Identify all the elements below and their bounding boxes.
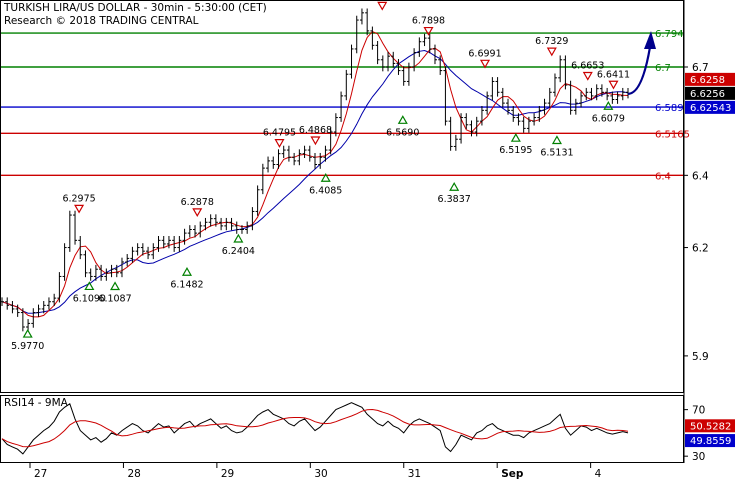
- price-tag-0: 6.6258: [690, 75, 725, 86]
- date-tick-label-1: 28: [127, 468, 140, 480]
- pivot-low-marker-0: [22, 328, 33, 338]
- pivot-high-marker-3: [310, 136, 321, 146]
- pivot-high-marker-6: [479, 59, 491, 69]
- indicator-axis-ticks: 70 30: [684, 405, 705, 463]
- forecast-arrow-shaft: [627, 46, 652, 95]
- pivot-low-marker-2: [110, 281, 121, 291]
- price-series: [0, 8, 630, 332]
- indicator-title: RSI14 - 9MA: [4, 397, 69, 409]
- chart-subtitle: Research © 2018 TRADING CENTRAL: [4, 15, 199, 27]
- indicator-panel-frame: [0, 395, 684, 463]
- pivot-markers: 6.2975 6.2878 6.47956.4868 6.8596 6.7898 6.69…: [11, 0, 630, 352]
- pivot-low-label-8: 6.5195: [499, 145, 532, 156]
- date-axis: 27 28 29 30 31 Sep 4: [29, 463, 602, 480]
- pivot-high-label-5: 6.7898: [412, 16, 445, 27]
- pivot-high-label-1: 6.2878: [181, 197, 214, 208]
- pivot-low-label-2: 6.1087: [98, 294, 131, 305]
- date-tick-label-6: 4: [595, 468, 602, 480]
- rsi-ma-line: [1, 408, 629, 448]
- price-tick-label-3: 5.9: [692, 351, 709, 363]
- forecast-arrow: [627, 31, 656, 95]
- rsi-tag-1: 49.8559: [690, 436, 731, 447]
- level-lines: 6.794 6.7 6.589 6.5165 6.4: [1, 29, 690, 182]
- pivot-high-label-2: 6.4795: [263, 128, 296, 139]
- price-tags: 6.6258 6.6256 6.62543: [685, 72, 735, 114]
- date-tick-label-3: 30: [314, 468, 327, 480]
- pivot-high-marker-0: [74, 204, 85, 214]
- rsi-tick-label-1: 30: [692, 451, 705, 463]
- rsi-line: [1, 402, 629, 455]
- pivot-high-marker-8: [582, 71, 593, 81]
- pivot-low-label-0: 5.9770: [11, 341, 44, 352]
- chart-svg: TURKISH LIRA/US DOLLAR - 30min - 5:30:00…: [0, 0, 735, 480]
- pivot-low-marker-8: [510, 132, 521, 142]
- pivot-low-label-9: 6.5131: [540, 147, 573, 158]
- pivot-low-marker-3: [181, 267, 193, 276]
- indicator-tags: 50.5282 49.8559: [685, 419, 735, 448]
- pivot-high-label-3: 6.4868: [299, 125, 332, 136]
- price-tick-label-0: 6.7: [692, 62, 709, 74]
- level-label-3: 6.5165: [655, 129, 690, 140]
- pivot-low-marker-9: [551, 135, 562, 145]
- level-label-0: 6.794: [655, 29, 684, 40]
- pivot-low-marker-4: [233, 233, 244, 243]
- pivot-low-label-3: 6.1482: [170, 279, 203, 290]
- pivot-high-label-7: 6.7329: [535, 36, 568, 47]
- pivot-high-label-6: 6.6991: [468, 48, 501, 59]
- pivot-low-label-4: 6.2404: [222, 246, 255, 257]
- date-tick-label-0: 27: [34, 468, 47, 480]
- rsi-tag-0: 50.5282: [690, 421, 731, 432]
- pivot-low-label-5: 6.4085: [309, 185, 342, 196]
- pivot-low-marker-7: [449, 182, 460, 191]
- chart-title: TURKISH LIRA/US DOLLAR - 30min - 5:30:00…: [3, 2, 267, 14]
- pivot-high-marker-2: [274, 139, 285, 148]
- price-tag-1: 6.6256: [690, 89, 725, 100]
- pivot-high-marker-9: [608, 80, 619, 90]
- pivot-high-label-4: 6.8596: [366, 0, 399, 1]
- rsi-series: [1, 402, 629, 455]
- price-tag-2: 6.62543: [690, 103, 731, 114]
- level-label-1: 6.7: [655, 63, 671, 74]
- price-tick-label-2: 6.2: [692, 243, 709, 255]
- pivot-low-marker-6: [397, 115, 408, 124]
- pivot-low-label-7: 6.3837: [438, 194, 471, 205]
- price-tick-label-1: 6.4: [692, 170, 709, 182]
- pivot-low-marker-10: [603, 101, 614, 110]
- level-label-2: 6.589: [655, 103, 684, 114]
- date-tick-label-2: 29: [221, 468, 234, 480]
- pivot-low-label-6: 6.5690: [386, 127, 419, 138]
- pivot-low-marker-1: [84, 281, 95, 291]
- pivot-high-label-0: 6.2975: [62, 193, 95, 204]
- rsi-tick-label-0: 70: [692, 405, 705, 417]
- date-tick-label-4: 31: [408, 468, 421, 480]
- pivot-high-marker-7: [546, 47, 557, 57]
- date-tick-label-5: Sep: [501, 468, 524, 480]
- pivot-high-label-9: 6.6411: [597, 69, 630, 80]
- level-label-4: 6.4: [655, 171, 671, 182]
- pivot-low-label-10: 6.6079: [592, 113, 625, 124]
- pivot-high-marker-4: [377, 1, 388, 11]
- price-panel-frame: [0, 0, 684, 393]
- rsi-ma-series: [1, 408, 629, 448]
- pivot-high-marker-1: [192, 208, 203, 218]
